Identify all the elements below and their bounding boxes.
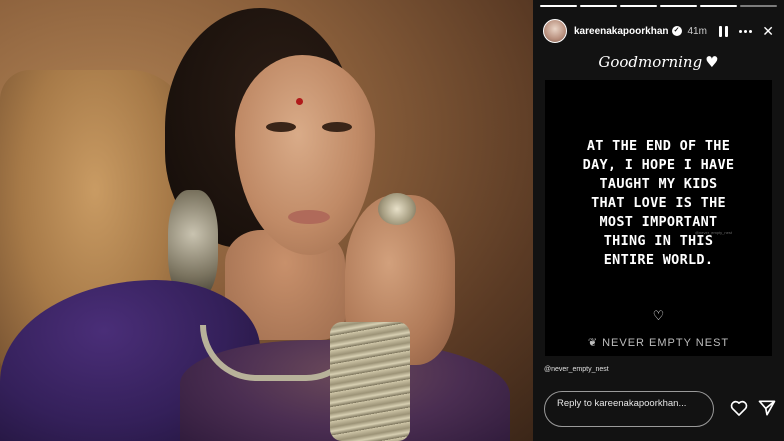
heart-outline-icon: ♡ xyxy=(652,308,665,323)
progress-segment xyxy=(700,5,737,7)
bindi xyxy=(296,98,303,105)
username[interactable]: kareenakapoorkhan xyxy=(574,26,669,37)
greeting-text: Goodmorning ♥ xyxy=(533,53,784,71)
progress-segment xyxy=(660,5,697,7)
statement-ring xyxy=(378,193,416,225)
progress-segment xyxy=(620,5,657,7)
greeting-label: Goodmorning xyxy=(598,53,703,71)
share-icon[interactable] xyxy=(757,398,777,418)
more-icon[interactable] xyxy=(739,29,753,33)
heart-icon: ♥ xyxy=(705,53,719,71)
portrait-photo xyxy=(0,0,533,441)
silver-bangles xyxy=(330,322,410,441)
avatar[interactable] xyxy=(543,19,567,43)
composite-image: kareenakapoorkhan ✓ 41m ✕ Goodmorning ♥ A… xyxy=(0,0,784,441)
lips xyxy=(288,210,330,224)
like-icon[interactable] xyxy=(729,398,749,418)
brand-signature: ❦ NEVER EMPTY NEST xyxy=(545,336,772,349)
right-eye xyxy=(322,122,352,132)
close-icon[interactable]: ✕ xyxy=(762,24,774,38)
progress-segment xyxy=(580,5,617,7)
pause-icon[interactable] xyxy=(717,25,729,37)
quote-watermark: @never_empty_nest xyxy=(695,230,732,235)
story-header: kareenakapoorkhan ✓ 41m ✕ xyxy=(543,16,774,46)
progress-segment xyxy=(740,5,777,7)
brand-label: NEVER EMPTY NEST xyxy=(602,337,730,349)
instagram-story[interactable]: kareenakapoorkhan ✓ 41m ✕ Goodmorning ♥ A… xyxy=(533,0,784,441)
verified-badge-icon: ✓ xyxy=(671,26,682,36)
progress-segment xyxy=(540,5,577,7)
story-progress-bar xyxy=(540,5,777,7)
mention-sticker[interactable]: @never_empty_nest xyxy=(544,366,609,373)
quote-card: AT THE END OF THE DAY, I HOPE I HAVE TAU… xyxy=(545,80,772,356)
quote-text: AT THE END OF THE DAY, I HOPE I HAVE TAU… xyxy=(582,138,735,268)
reply-input[interactable]: Reply to kareenakapoorkhan... xyxy=(544,391,714,427)
leaf-icon: ❦ xyxy=(587,337,599,349)
left-eye xyxy=(266,122,296,132)
post-time: 41m xyxy=(687,25,707,37)
